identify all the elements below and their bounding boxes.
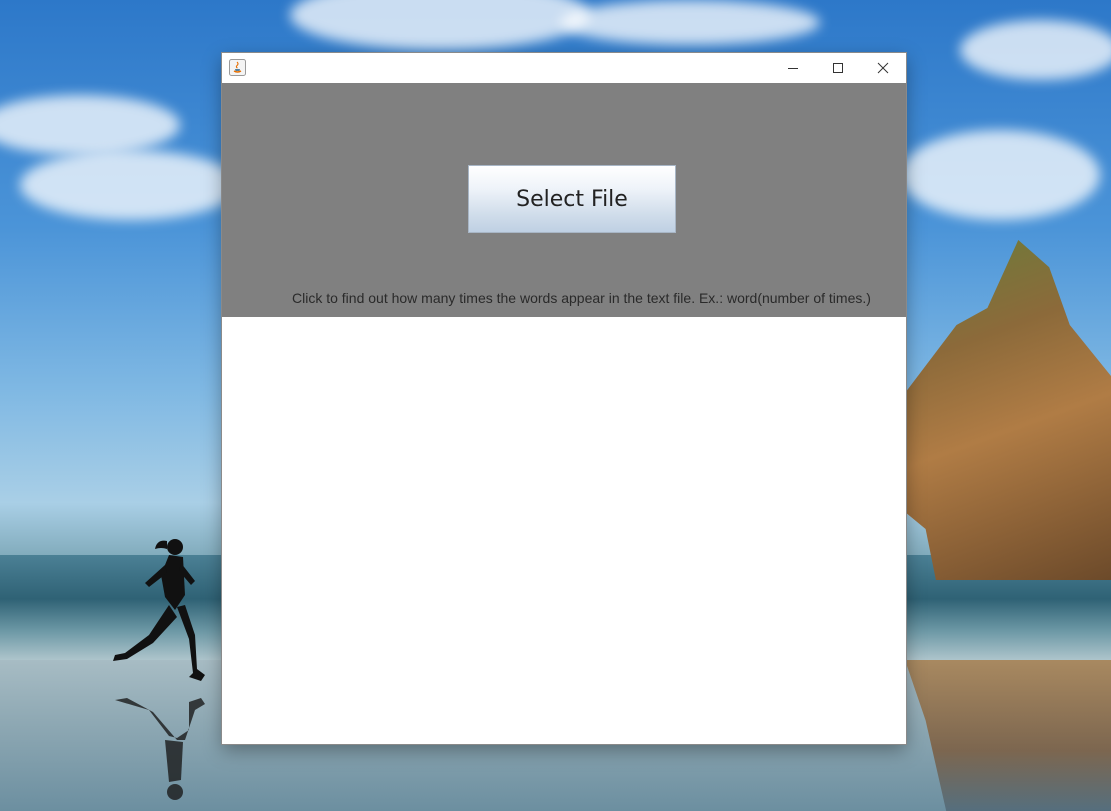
minimize-icon (787, 68, 798, 69)
control-panel: Select File Click to find out how many t… (222, 83, 906, 317)
maximize-icon (832, 63, 843, 73)
title-bar[interactable] (222, 53, 906, 83)
runner-silhouette (113, 539, 205, 681)
minimize-button[interactable] (770, 53, 815, 83)
maximize-button[interactable] (815, 53, 860, 83)
rock-formation (905, 240, 1111, 580)
cloud (20, 150, 240, 220)
instruction-label: Click to find out how many times the wor… (292, 290, 871, 306)
select-file-button[interactable]: Select File (468, 165, 676, 233)
cloud (960, 20, 1111, 80)
app-window: Select File Click to find out how many t… (222, 53, 906, 744)
runner-reflection (115, 698, 205, 800)
cloud (0, 95, 180, 155)
java-icon (229, 59, 246, 76)
close-button[interactable] (860, 53, 905, 83)
cloud (560, 0, 820, 45)
cloud (900, 130, 1100, 220)
desktop-wallpaper: Select File Click to find out how many t… (0, 0, 1111, 811)
results-text-area[interactable] (222, 317, 906, 744)
cloud (290, 0, 590, 50)
close-icon (877, 62, 888, 74)
